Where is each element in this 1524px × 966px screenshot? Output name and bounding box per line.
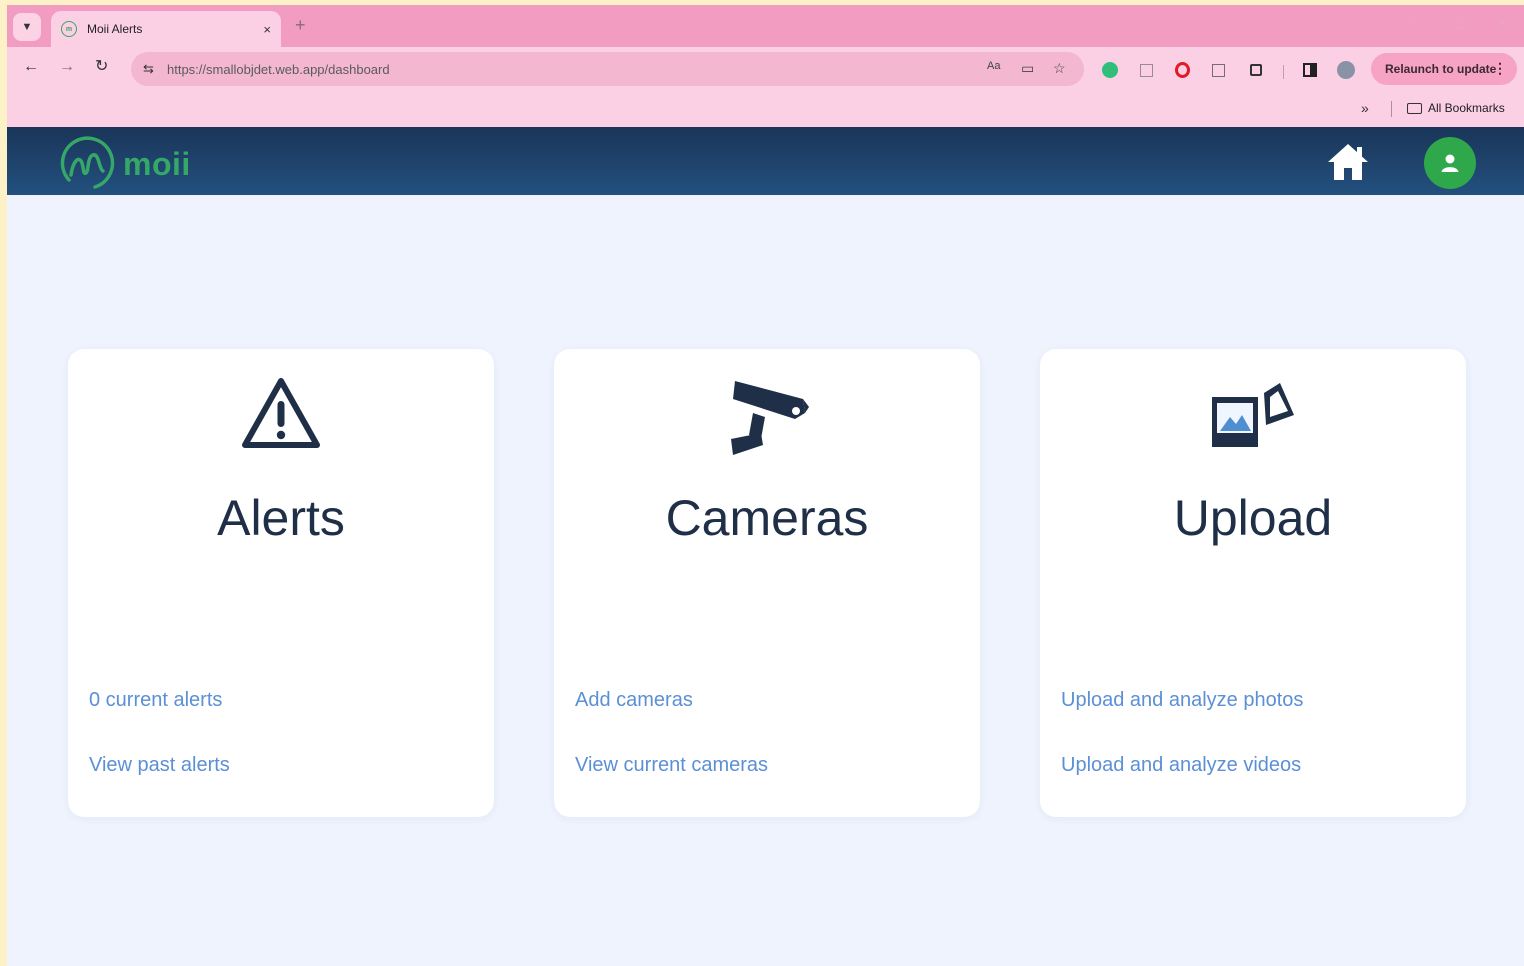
upload-photos-link[interactable]: Upload and analyze photos	[1061, 689, 1303, 712]
url-input[interactable]	[167, 62, 967, 77]
extension-square-icon[interactable]	[1209, 61, 1227, 79]
reload-icon[interactable]: ↻	[95, 59, 108, 75]
browser-chrome: ▼ m Moii Alerts × + – ▢ ✕ ← → ↻ ⇆ Aa ▭ ☆	[7, 5, 1524, 127]
photos-upload-icon	[1212, 383, 1294, 447]
current-alerts-link[interactable]: 0 current alerts	[89, 689, 222, 712]
extension-gray-icon[interactable]	[1137, 61, 1155, 79]
cast-icon[interactable]: ▭	[1021, 60, 1034, 77]
relaunch-button[interactable]: Relaunch to update ⋮	[1371, 53, 1517, 85]
extension-green-icon[interactable]	[1101, 61, 1119, 79]
all-bookmarks-button[interactable]: All Bookmarks	[1407, 101, 1505, 115]
cameras-title: Cameras	[665, 490, 869, 546]
toolbar-separator	[1283, 65, 1284, 79]
home-icon[interactable]	[1325, 141, 1371, 183]
browser-menu-icon[interactable]: ⋮	[1493, 60, 1507, 77]
all-bookmarks-label: All Bookmarks	[1428, 101, 1505, 115]
relaunch-label: Relaunch to update	[1385, 62, 1497, 76]
tab-title: Moii Alerts	[87, 22, 143, 36]
moii-logo[interactable]: moii	[57, 135, 191, 193]
forward-arrow-icon[interactable]: →	[59, 59, 75, 75]
app-header: moii	[7, 127, 1524, 195]
warning-icon	[242, 378, 320, 448]
profile-avatar-icon[interactable]	[1337, 61, 1355, 79]
close-window-button[interactable]: ✕	[1497, 15, 1508, 31]
back-arrow-icon[interactable]: ←	[23, 59, 39, 75]
alerts-card: Alerts 0 current alerts View past alerts	[68, 349, 494, 817]
opera-icon[interactable]	[1173, 61, 1191, 79]
add-cameras-link[interactable]: Add cameras	[575, 689, 693, 712]
star-icon[interactable]: ☆	[1053, 60, 1066, 77]
translate-icon[interactable]: Aa	[987, 60, 1000, 72]
past-alerts-link[interactable]: View past alerts	[89, 754, 230, 777]
address-bar[interactable]: ⇆ Aa ▭ ☆	[131, 52, 1084, 86]
security-camera-icon	[731, 381, 809, 455]
tab-close-icon[interactable]: ×	[263, 22, 271, 37]
user-icon	[1441, 154, 1459, 172]
tab-search-button[interactable]: ▼	[13, 13, 41, 41]
folder-icon	[1407, 102, 1422, 114]
upload-card: Upload Upload and analyze photos Upload …	[1040, 349, 1466, 817]
view-cameras-link[interactable]: View current cameras	[575, 754, 768, 777]
cameras-card: Cameras Add cameras View current cameras	[554, 349, 980, 817]
moii-favicon-icon: m	[61, 21, 77, 37]
bookmarks-overflow-icon[interactable]: »	[1361, 100, 1369, 116]
extensions-puzzle-icon[interactable]	[1247, 61, 1265, 79]
new-tab-button[interactable]: +	[295, 15, 306, 36]
bookmarks-separator	[1391, 101, 1392, 117]
tab-moii-alerts[interactable]: m Moii Alerts ×	[51, 11, 281, 47]
user-account-button[interactable]	[1424, 137, 1476, 189]
bookmarks-bar: » All Bookmarks	[7, 91, 1524, 127]
side-panel-icon[interactable]	[1301, 61, 1319, 79]
chevron-down-icon: ▼	[21, 21, 33, 33]
alerts-title: Alerts	[217, 490, 345, 546]
site-info-icon[interactable]: ⇆	[143, 61, 154, 77]
moii-logo-icon	[60, 136, 115, 189]
maximize-button[interactable]: ▢	[1453, 15, 1465, 31]
minimize-button[interactable]: –	[1407, 15, 1414, 30]
upload-videos-link[interactable]: Upload and analyze videos	[1061, 754, 1301, 777]
browser-toolbar: ← → ↻ ⇆ Aa ▭ ☆	[7, 47, 1524, 91]
logo-text: moii	[123, 145, 191, 182]
upload-title: Upload	[1173, 490, 1333, 546]
browser-window: ▼ m Moii Alerts × + – ▢ ✕ ← → ↻ ⇆ Aa ▭ ☆	[7, 5, 1524, 966]
tab-strip: ▼ m Moii Alerts × + – ▢ ✕	[7, 5, 1524, 47]
